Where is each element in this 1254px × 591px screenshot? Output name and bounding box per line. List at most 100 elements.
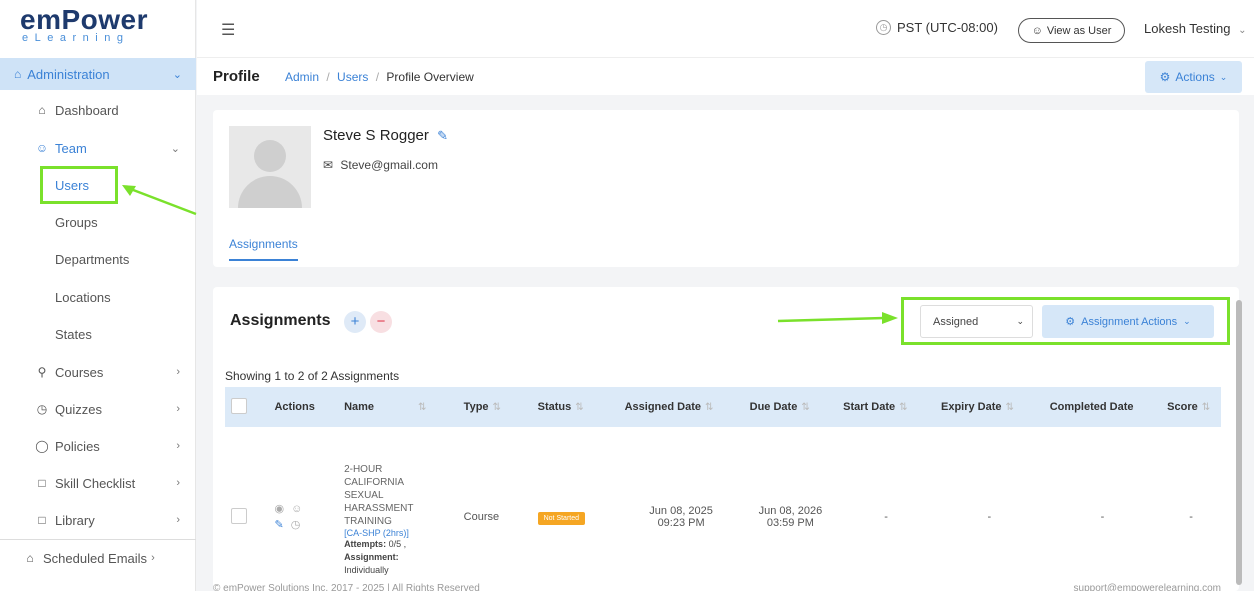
column-header-name[interactable]: Name ⇅	[338, 387, 458, 427]
history-icon[interactable]: ◷	[291, 519, 301, 531]
due-date: Jun 08, 2026 03:59 PM	[758, 505, 823, 529]
tab-assignments[interactable]: Assignments	[229, 237, 298, 261]
sort-icon: ⇅	[899, 402, 908, 413]
sidebar-item-scheduled-emails[interactable]: ⌂ Scheduled Emails ›	[0, 545, 196, 571]
attempts-line: Attempts: 0/5 ,	[344, 538, 452, 551]
hamburger-menu-icon[interactable]: ☰	[221, 20, 235, 40]
profile-email-row: ✉ Steve@gmail.com	[323, 158, 438, 172]
row-completed-date-cell: -	[1100, 511, 1105, 523]
logo-main-text: emPower	[20, 4, 148, 35]
column-header-label: Score	[1167, 401, 1198, 413]
user-menu[interactable]: Lokesh Testing ⌄	[1144, 21, 1247, 36]
assignment-status-value: Assigned	[933, 315, 979, 328]
select-all-checkbox[interactable]	[231, 397, 247, 414]
view-icon[interactable]: ◉	[274, 503, 284, 515]
mail-icon: ✉	[323, 158, 334, 172]
gear-icon: ⚙	[1159, 70, 1171, 84]
assign-user-icon[interactable]: ☺	[291, 503, 302, 515]
chevron-down-icon: ⌄	[172, 68, 182, 81]
sidebar-item-team[interactable]: ☺ Team ⌄	[0, 135, 196, 161]
sidebar-item-departments[interactable]: Departments	[0, 246, 196, 272]
row-due-date-cell: Jun 08, 2026 03:59 PM	[744, 427, 838, 591]
sidebar-item-label: Scheduled Emails	[43, 550, 148, 566]
row-action-icons: ◉ ☺ ✎ ◷	[274, 501, 332, 533]
sidebar-item-label: Library	[55, 512, 95, 528]
breadcrumb-users-link[interactable]: Users	[337, 70, 368, 84]
remove-assignment-button[interactable]: −	[370, 311, 392, 333]
edit-icon[interactable]: ✎	[437, 128, 448, 143]
quiz-icon: ◷	[36, 402, 48, 416]
sidebar-item-skill-checklist[interactable]: □ Skill Checklist ›	[0, 470, 196, 496]
column-header-expiry-date[interactable]: Expiry Date ⇅	[935, 387, 1044, 427]
user-icon: ☺	[1031, 24, 1043, 37]
table-header-row: Actions Name ⇅ Type ⇅ Status ⇅ Assigned Dat…	[225, 387, 1221, 427]
attempts-label: Attempts:	[344, 539, 387, 549]
actions-button[interactable]: ⚙ Actions ⌄	[1145, 61, 1242, 93]
avatar-head-shape	[254, 140, 286, 172]
row-expiry-date-cell: -	[987, 511, 992, 523]
email-icon: ⌂	[26, 551, 34, 565]
column-header-start-date[interactable]: Start Date ⇅	[837, 387, 935, 427]
breadcrumb-separator: /	[375, 70, 380, 84]
course-code: [CA-SHP (2hrs)]	[344, 528, 409, 538]
gear-icon: ⚙	[1065, 316, 1076, 328]
sidebar-item-courses[interactable]: ⚲ Courses ›	[0, 359, 196, 385]
timezone-label: PST (UTC-08:00)	[897, 20, 998, 35]
edit-icon[interactable]: ✎	[274, 519, 283, 531]
footer-support-email[interactable]: support@empowerelearning.com	[1074, 583, 1221, 591]
breadcrumb-separator: /	[326, 70, 330, 84]
sidebar-item-dashboard[interactable]: ⌂ Dashboard	[0, 97, 196, 123]
sidebar-item-library[interactable]: □ Library ›	[0, 507, 196, 533]
course-icon: ⚲	[37, 365, 47, 379]
column-header-due-date[interactable]: Due Date ⇅	[743, 387, 838, 427]
sidebar-section-label: Administration	[27, 66, 110, 82]
assignment-value: Individually	[344, 565, 389, 575]
breadcrumb-admin-link[interactable]: Admin	[285, 70, 319, 84]
column-header-completed-date[interactable]: Completed Date	[1043, 387, 1162, 427]
sidebar-item-label: Dashboard	[55, 102, 119, 118]
sidebar-item-locations[interactable]: Locations	[0, 284, 196, 310]
sidebar-item-quizzes[interactable]: ◷ Quizzes ›	[0, 396, 196, 422]
sidebar-section-administration[interactable]: ⌂ Administration ⌄	[0, 58, 196, 90]
view-as-user-label: View as User	[1046, 24, 1112, 37]
showing-count: Showing 1 to 2 of 2 Assignments	[225, 369, 400, 383]
breadcrumb-bar: Profile Admin / Users / Profile Overview…	[197, 57, 1254, 95]
assignments-title: Assignments	[230, 312, 331, 329]
sidebar-divider	[0, 539, 196, 540]
logo[interactable]: emPower eLearning	[0, 0, 195, 50]
row-name-cell: 2-HOUR CALIFORNIA SEXUAL HARASSMENT TRAI…	[338, 427, 458, 591]
timezone-display[interactable]: ◷ PST (UTC-08:00)	[876, 20, 998, 35]
sidebar-item-policies[interactable]: ◯ Policies ›	[0, 433, 196, 459]
annotation-arrow-filters	[777, 312, 898, 324]
column-header-type[interactable]: Type ⇅	[457, 387, 532, 427]
assignment-actions-button[interactable]: ⚙ Assignment Actions ⌄	[1042, 305, 1214, 338]
column-header-status[interactable]: Status ⇅	[531, 387, 619, 427]
sidebar: emPower eLearning ⌂ Administration ⌄ ⌂ D…	[0, 0, 196, 591]
scrollbar-thumb[interactable]	[1236, 300, 1242, 585]
sidebar-item-label: Quizzes	[55, 401, 102, 417]
status-badge: Not Started	[537, 512, 586, 525]
column-header-label: Type	[463, 401, 489, 413]
profile-name-row: Steve S Rogger ✎	[323, 127, 448, 144]
row-checkbox[interactable]	[231, 507, 247, 524]
chevron-right-icon: ›	[176, 403, 180, 415]
column-header-score[interactable]: Score ⇅	[1161, 387, 1221, 427]
column-header-assigned-date[interactable]: Assigned Date ⇅	[618, 387, 744, 427]
sidebar-item-states[interactable]: States	[0, 321, 196, 347]
library-icon: □	[38, 513, 46, 527]
chevron-down-icon: ⌄	[1219, 71, 1228, 82]
table-row: ◉ ☺ ✎ ◷ 2-HOUR CALIFORNIA SEXUAL HARASSM…	[225, 427, 1221, 591]
course-name[interactable]: 2-HOUR CALIFORNIA SEXUAL HARASSMENT TRAI…	[344, 463, 428, 528]
sidebar-item-label: Policies	[55, 438, 100, 454]
view-as-user-button[interactable]: ☺ View as User	[1018, 18, 1125, 43]
chevron-right-icon: ›	[176, 440, 180, 452]
breadcrumb: Admin / Users / Profile Overview	[285, 70, 474, 84]
add-assignment-button[interactable]: +	[344, 311, 366, 333]
assignment-status-select[interactable]: Assigned ⌄	[920, 305, 1033, 338]
sidebar-item-label: Locations	[55, 289, 111, 305]
actions-label: Actions	[1175, 70, 1215, 84]
chevron-right-icon: ›	[176, 366, 180, 378]
row-score-cell: -	[1189, 511, 1193, 523]
profile-email: Steve@gmail.com	[340, 158, 438, 172]
chevron-down-icon: ⌄	[1016, 316, 1024, 326]
